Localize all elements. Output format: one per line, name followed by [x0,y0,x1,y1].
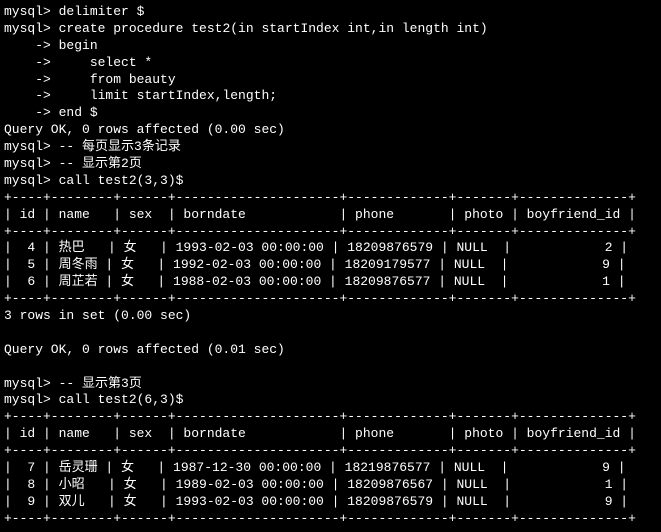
table-border: +----+--------+------+------------------… [4,409,657,426]
terminal-line: mysql> -- 显示第3页 [4,376,657,393]
status-line: Query OK, 0 rows affected (0.01 sec) [4,342,657,359]
table-row: | 6 | 周芷若 | 女 | 1988-02-03 00:00:00 | 18… [4,274,657,291]
table-row: | 8 | 小昭 | 女 | 1989-02-03 00:00:00 | 182… [4,477,657,494]
terminal-line: -> limit startIndex,length; [4,88,657,105]
prompt: mysql> [4,376,51,391]
cmd-text: -- 每页显示3条记录 [51,139,181,154]
cmd-text: -- 显示第2页 [51,156,142,171]
prompt: mysql> [4,21,51,36]
cmd-text: create procedure test2(in startIndex int… [51,21,488,36]
terminal-line: mysql> -- 每页显示3条记录 [4,139,657,156]
blank-line [4,359,657,376]
status-line: 3 rows in set (0.00 sec) [4,308,657,325]
table-border: +----+--------+------+------------------… [4,291,657,308]
table-row: | 7 | 岳灵珊 | 女 | 1987-12-30 00:00:00 | 18… [4,460,657,477]
terminal-line: mysql> delimiter $ [4,4,657,21]
cont-prompt: -> [4,88,51,103]
cmd-text: from beauty [51,72,176,87]
cmd-text: select * [51,55,152,70]
terminal-line: -> select * [4,55,657,72]
prompt: mysql> [4,156,51,171]
prompt: mysql> [4,173,51,188]
table-border: +----+--------+------+------------------… [4,190,657,207]
table-border: +----+--------+------+------------------… [4,224,657,241]
terminal-line: mysql> -- 显示第2页 [4,156,657,173]
cmd-text: begin [51,38,98,53]
table-row: | 9 | 双儿 | 女 | 1993-02-03 00:00:00 | 182… [4,494,657,511]
blank-line [4,325,657,342]
terminal-line: -> begin [4,38,657,55]
table-row: | 4 | 热巴 | 女 | 1993-02-03 00:00:00 | 182… [4,240,657,257]
status-line: Query OK, 0 rows affected (0.00 sec) [4,122,657,139]
prompt: mysql> [4,4,51,19]
cmd-text: delimiter $ [51,4,145,19]
cont-prompt: -> [4,72,51,87]
cont-prompt: -> [4,55,51,70]
cont-prompt: -> [4,105,51,120]
prompt: mysql> [4,139,51,154]
cmd-text: call test2(6,3)$ [51,392,184,407]
terminal-line: -> from beauty [4,72,657,89]
terminal-line: mysql> call test2(6,3)$ [4,392,657,409]
table-border: +----+--------+------+------------------… [4,511,657,528]
terminal-line: -> end $ [4,105,657,122]
cmd-text: -- 显示第3页 [51,376,142,391]
table-border: +----+--------+------+------------------… [4,443,657,460]
terminal-line: mysql> create procedure test2(in startIn… [4,21,657,38]
cmd-text: limit startIndex,length; [51,88,277,103]
table-header: | id | name | sex | borndate | phone | p… [4,207,657,224]
table-header: | id | name | sex | borndate | phone | p… [4,426,657,443]
terminal-line: mysql> call test2(3,3)$ [4,173,657,190]
cont-prompt: -> [4,38,51,53]
prompt: mysql> [4,392,51,407]
cmd-text: end $ [51,105,98,120]
cmd-text: call test2(3,3)$ [51,173,184,188]
table-row: | 5 | 周冬雨 | 女 | 1992-02-03 00:00:00 | 18… [4,257,657,274]
